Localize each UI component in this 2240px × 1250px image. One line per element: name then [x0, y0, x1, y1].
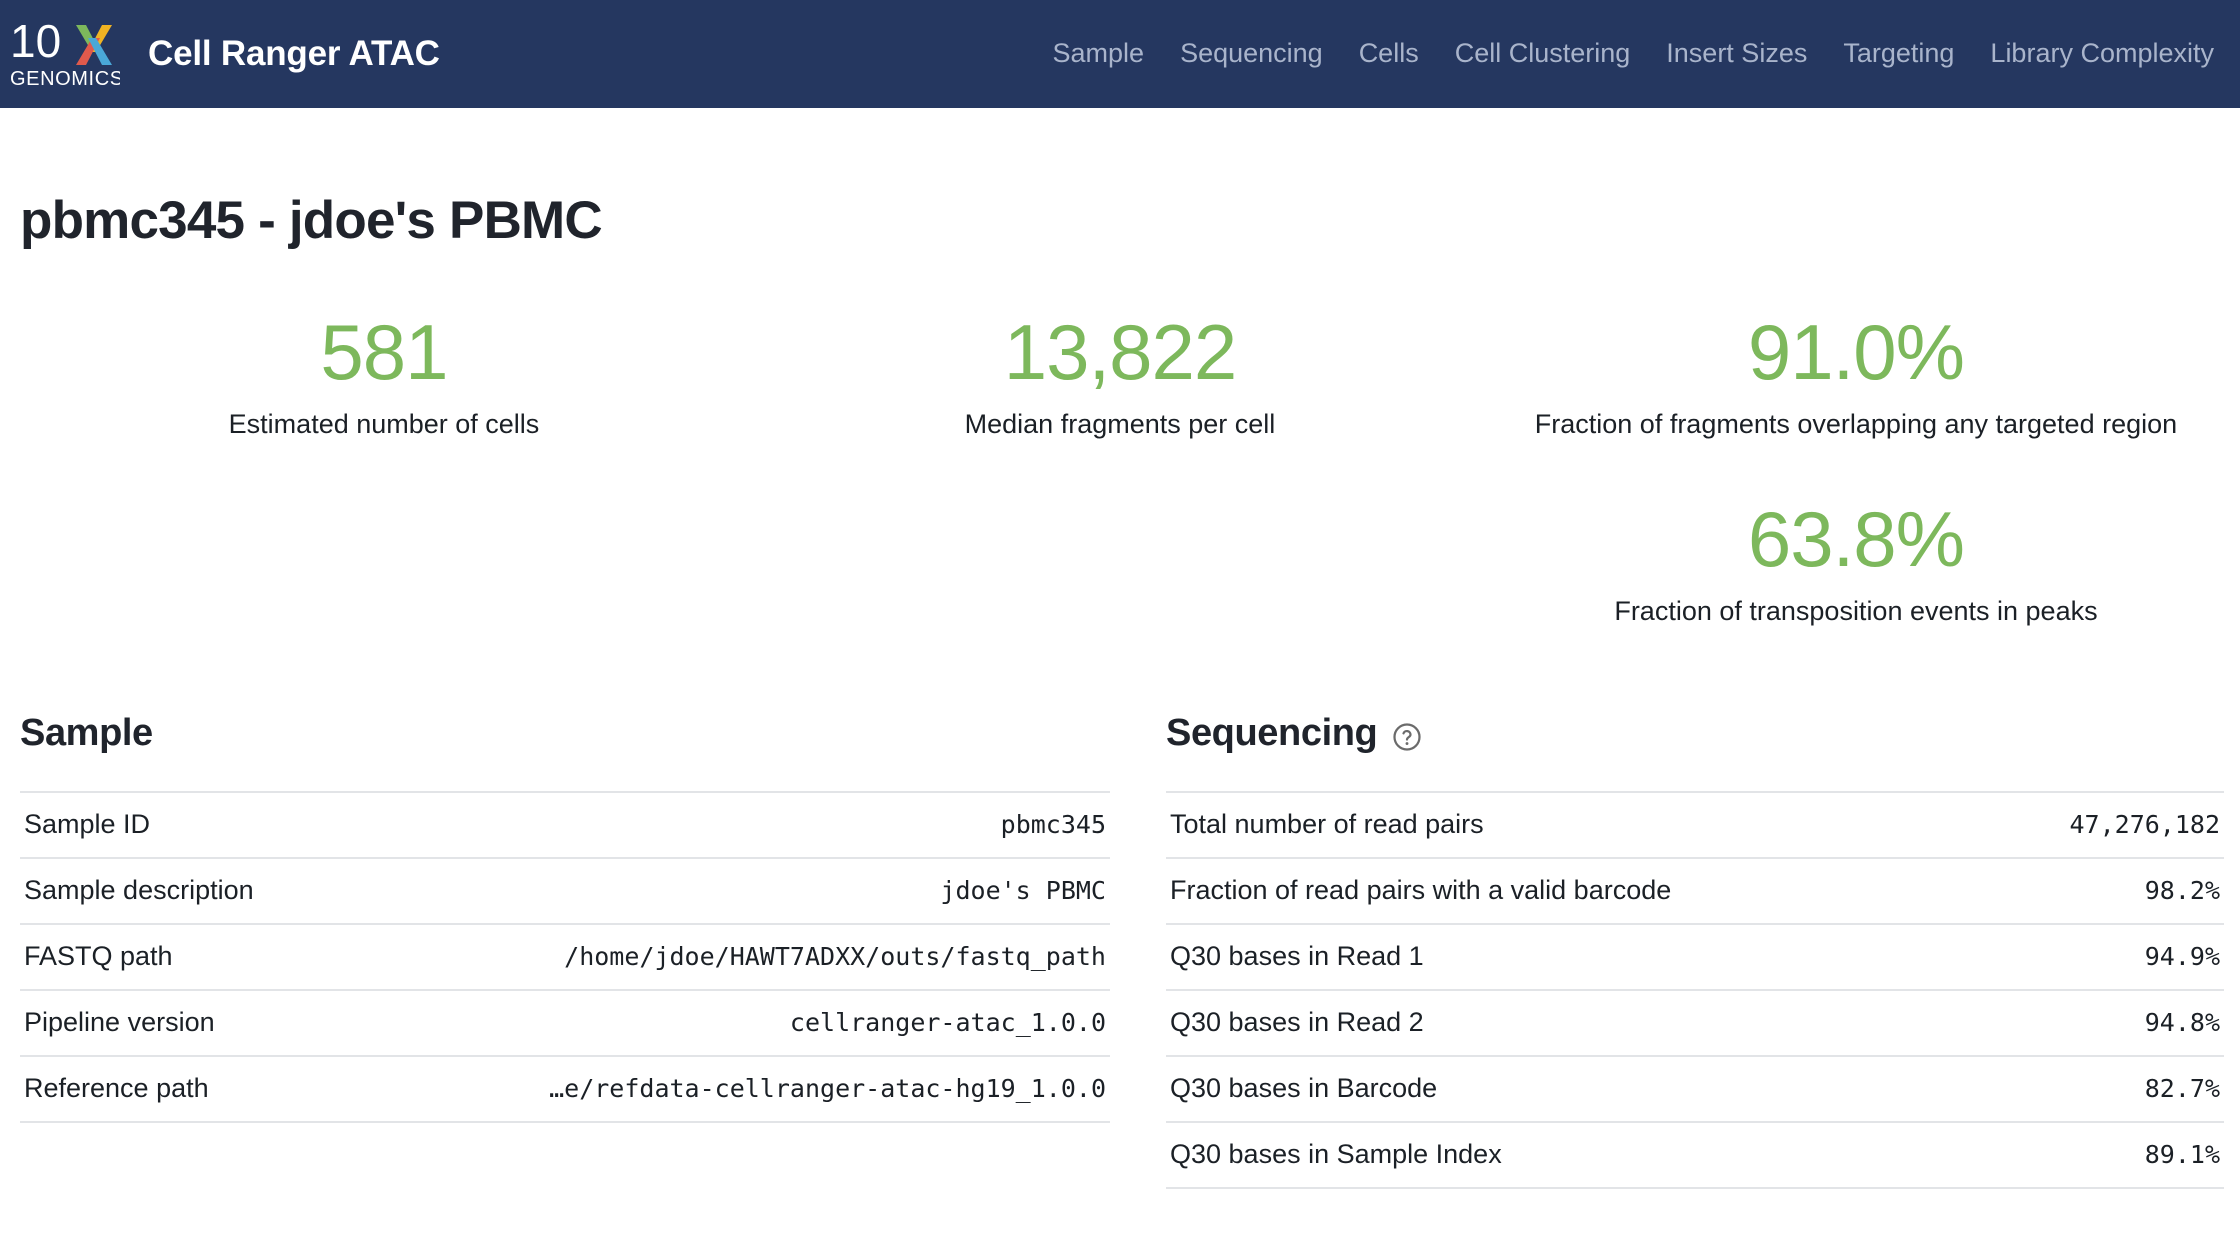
nav-item-cell-clustering[interactable]: Cell Clustering: [1455, 38, 1631, 69]
metric-summary-row: 581 Estimated number of cells 13,822 Med…: [16, 308, 2224, 629]
metric-value: 13,822: [1003, 308, 1238, 396]
nav-item-targeting[interactable]: Targeting: [1843, 38, 1954, 69]
metric-value: 63.8%: [1747, 494, 1965, 583]
metric-column-2: 13,822 Median fragments per cell: [752, 308, 1488, 628]
metric-column-1: 581 Estimated number of cells: [16, 308, 752, 628]
metric-card-fraction-transposition-events-in-peaks: 63.8% Fraction of transposition events i…: [1488, 494, 2224, 629]
metric-card-fraction-fragments-overlapping-targeted-region: 91.0% Fraction of fragments overlapping …: [1488, 308, 2224, 442]
sequencing-section: Sequencing Total number of read pairs 47…: [1166, 712, 2224, 1189]
table-row: Reference path …e/refdata-cellranger-ata…: [20, 1056, 1110, 1123]
table-row: Q30 bases in Sample Index 89.1%: [1166, 1122, 2224, 1189]
row-key: Fraction of read pairs with a valid barc…: [1170, 875, 1672, 906]
sequencing-section-title: Sequencing: [1166, 712, 1378, 755]
row-value: cellranger-atac_1.0.0: [789, 1008, 1106, 1038]
page-content: pbmc345 - jdoe's PBMC 581 Estimated numb…: [0, 190, 2240, 1189]
row-value: jdoe's PBMC: [940, 876, 1106, 906]
row-value: pbmc345: [1000, 810, 1106, 840]
row-key: Q30 bases in Read 1: [1170, 941, 1424, 972]
sample-section-header: Sample: [20, 712, 1110, 755]
help-circle-icon[interactable]: [1392, 722, 1422, 752]
row-value: 89.1%: [2144, 1140, 2220, 1170]
table-row: Q30 bases in Barcode 82.7%: [1166, 1056, 2224, 1122]
metric-label: Estimated number of cells: [228, 409, 540, 440]
metric-column-3: 91.0% Fraction of fragments overlapping …: [1488, 308, 2224, 629]
row-key: Total number of read pairs: [1170, 809, 1484, 840]
table-row: FASTQ path /home/jdoe/HAWT7ADXX/outs/fas…: [20, 924, 1110, 990]
nav-item-sample[interactable]: Sample: [1053, 38, 1145, 69]
nav-item-cells[interactable]: Cells: [1359, 38, 1419, 69]
row-key: Q30 bases in Read 2: [1170, 1007, 1424, 1038]
app-title: Cell Ranger ATAC: [148, 34, 440, 73]
row-key: Q30 bases in Sample Index: [1170, 1139, 1502, 1170]
row-value: 94.8%: [2144, 1008, 2220, 1038]
details-tables: Sample Sample ID pbmc345 Sample descript…: [16, 712, 2224, 1189]
row-value: /home/jdoe/HAWT7ADXX/outs/fastq_path: [564, 942, 1106, 972]
metric-label: Fraction of transposition events in peak…: [1614, 595, 2098, 626]
metric-card-estimated-number-of-cells: 581 Estimated number of cells: [16, 308, 752, 442]
top-navigation-bar: 10 GENOMICS Cell Ranger ATAC Sample Sequ…: [0, 0, 2240, 108]
metric-card-median-fragments-per-cell: 13,822 Median fragments per cell: [752, 308, 1488, 442]
row-value: 94.9%: [2144, 942, 2220, 972]
svg-text:10: 10: [10, 15, 61, 67]
sample-table: Sample ID pbmc345 Sample description jdo…: [20, 791, 1110, 1123]
metric-value: 91.0%: [1747, 308, 1965, 396]
row-value: …e/refdata-cellranger-atac-hg19_1.0.0: [549, 1074, 1106, 1104]
table-row: Pipeline version cellranger-atac_1.0.0: [20, 990, 1110, 1056]
nav-item-sequencing[interactable]: Sequencing: [1180, 38, 1323, 69]
table-row: Q30 bases in Read 2 94.8%: [1166, 990, 2224, 1056]
svg-text:GENOMICS: GENOMICS: [10, 68, 120, 90]
sequencing-table: Total number of read pairs 47,276,182 Fr…: [1166, 791, 2224, 1189]
nav-item-insert-sizes[interactable]: Insert Sizes: [1666, 38, 1807, 69]
metric-value: 581: [320, 308, 448, 396]
10x-genomics-logo-icon[interactable]: 10 GENOMICS: [8, 13, 120, 95]
row-key: Reference path: [24, 1073, 209, 1104]
row-key: Q30 bases in Barcode: [1170, 1073, 1438, 1104]
table-row: Q30 bases in Read 1 94.9%: [1166, 924, 2224, 990]
row-key: FASTQ path: [24, 941, 173, 972]
metric-label: Fraction of fragments overlapping any ta…: [1534, 409, 2178, 440]
sample-section: Sample Sample ID pbmc345 Sample descript…: [20, 712, 1110, 1189]
table-row: Total number of read pairs 47,276,182: [1166, 792, 2224, 858]
row-key: Pipeline version: [24, 1007, 215, 1038]
row-value: 47,276,182: [2069, 810, 2220, 840]
column-spacer: [1110, 712, 1166, 1189]
row-key: Sample ID: [24, 809, 151, 840]
metric-label: Median fragments per cell: [964, 409, 1276, 440]
sample-section-title: Sample: [20, 712, 153, 755]
page-title: pbmc345 - jdoe's PBMC: [20, 191, 603, 250]
brand: 10 GENOMICS Cell Ranger ATAC: [8, 13, 440, 95]
table-row: Sample description jdoe's PBMC: [20, 858, 1110, 924]
nav-item-library-complexity[interactable]: Library Complexity: [1990, 38, 2214, 69]
sequencing-section-header: Sequencing: [1166, 712, 2224, 755]
table-row: Fraction of read pairs with a valid barc…: [1166, 858, 2224, 924]
row-value: 82.7%: [2144, 1074, 2220, 1104]
table-row: Sample ID pbmc345: [20, 792, 1110, 858]
row-key: Sample description: [24, 875, 254, 906]
row-value: 98.2%: [2144, 876, 2220, 906]
nav-links: Sample Sequencing Cells Cell Clustering …: [1053, 38, 2214, 71]
